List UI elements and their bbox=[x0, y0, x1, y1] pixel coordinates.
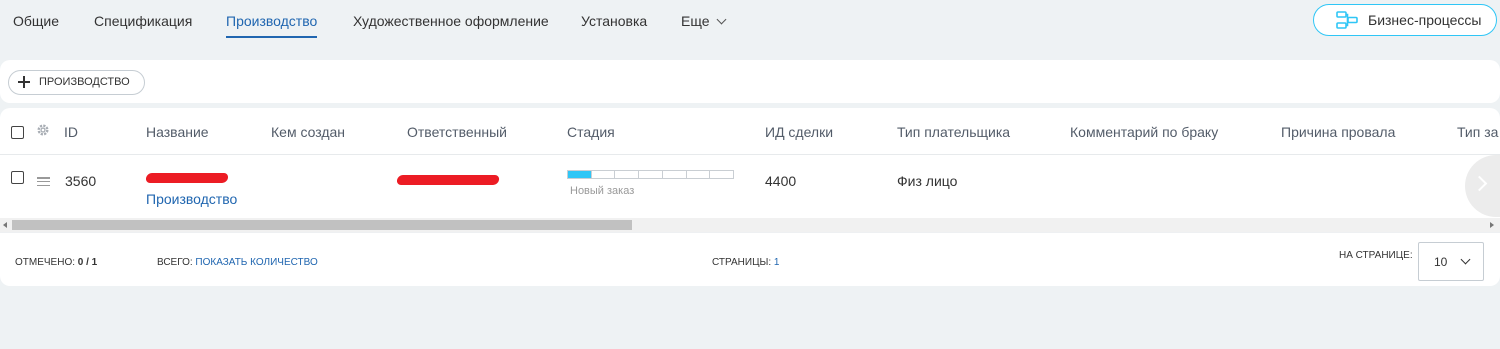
row-payer-type: Физ лицо bbox=[897, 173, 958, 189]
column-header-deal-id[interactable]: ИД сделки bbox=[765, 124, 833, 140]
per-page-value: 10 bbox=[1434, 255, 1448, 269]
row-menu-icon[interactable] bbox=[37, 177, 50, 187]
business-process-icon bbox=[1336, 11, 1358, 29]
add-production-button[interactable]: ПРОИЗВОДСТВО bbox=[8, 70, 145, 95]
tab-art-design[interactable]: Художественное оформление bbox=[353, 13, 549, 29]
redacted-responsible bbox=[396, 175, 500, 185]
page-link-1[interactable]: 1 bbox=[774, 257, 780, 268]
grid-header: ID Название Кем создан Ответственный Ста… bbox=[0, 108, 1500, 155]
show-count-link[interactable]: ПОКАЗАТЬ КОЛИЧЕСТВО bbox=[195, 257, 317, 268]
stage-segment[interactable] bbox=[639, 171, 663, 178]
column-header-responsible[interactable]: Ответственный bbox=[407, 124, 507, 140]
select-all-checkbox[interactable] bbox=[11, 126, 24, 139]
row-id: 3560 bbox=[65, 173, 97, 189]
pages-label: СТРАНИЦЫ: bbox=[712, 257, 772, 268]
row-deal-id: 4400 bbox=[765, 173, 797, 189]
stage-progress-bar[interactable] bbox=[567, 170, 734, 179]
toolbar: ПРОИЗВОДСТВО bbox=[0, 60, 1500, 103]
chevron-down-icon bbox=[716, 14, 726, 25]
plus-icon bbox=[18, 76, 30, 88]
column-header-type-truncated[interactable]: Тип за bbox=[1457, 124, 1498, 140]
selected-count-value: 0 / 1 bbox=[77, 257, 98, 268]
stage-label: Новый заказ bbox=[570, 185, 635, 197]
column-header-payer-type[interactable]: Тип плательщика bbox=[897, 124, 1010, 140]
horizontal-scrollbar[interactable] bbox=[0, 218, 1500, 232]
column-header-fail-reason[interactable]: Причина провала bbox=[1281, 124, 1395, 140]
tab-installation[interactable]: Установка bbox=[581, 13, 647, 29]
total-count: ВСЕГО: ПОКАЗАТЬ КОЛИЧЕСТВО bbox=[157, 257, 318, 268]
stage-segment[interactable] bbox=[663, 171, 687, 178]
per-page-label: НА СТРАНИЦЕ: bbox=[1339, 250, 1413, 261]
tab-general[interactable]: Общие bbox=[13, 13, 59, 29]
gear-icon[interactable] bbox=[36, 123, 50, 137]
stage-segment[interactable] bbox=[710, 171, 733, 178]
business-processes-label: Бизнес-процессы bbox=[1368, 12, 1482, 28]
column-header-created-by[interactable]: Кем создан bbox=[271, 124, 345, 140]
add-production-label: ПРОИЗВОДСТВО bbox=[39, 76, 130, 88]
column-header-name[interactable]: Название bbox=[146, 124, 209, 140]
business-processes-button[interactable]: Бизнес-процессы bbox=[1313, 4, 1497, 36]
selected-count: ОТМЕЧЕНО: 0 / 1 bbox=[15, 257, 97, 268]
chevron-right-icon bbox=[1471, 175, 1488, 192]
selected-count-label: ОТМЕЧЕНО: bbox=[15, 257, 75, 268]
scrollbar-thumb[interactable] bbox=[12, 220, 632, 230]
tab-specification[interactable]: Спецификация bbox=[94, 13, 192, 29]
column-header-id[interactable]: ID bbox=[64, 124, 78, 140]
grid-footer: ОТМЕЧЕНО: 0 / 1 ВСЕГО: ПОКАЗАТЬ КОЛИЧЕСТ… bbox=[0, 232, 1500, 286]
scroll-left-arrow-icon[interactable] bbox=[3, 222, 7, 228]
stage-segment[interactable] bbox=[568, 171, 592, 178]
tab-bar: Общие Спецификация Производство Художест… bbox=[0, 0, 1300, 44]
stage-segment[interactable] bbox=[615, 171, 640, 178]
total-count-label: ВСЕГО: bbox=[157, 257, 193, 268]
tab-more-label: Еще bbox=[681, 13, 710, 29]
per-page-select[interactable]: 10 bbox=[1418, 242, 1484, 281]
column-header-defect-comment[interactable]: Комментарий по браку bbox=[1070, 124, 1218, 140]
chevron-down-icon bbox=[1460, 254, 1471, 265]
row-checkbox[interactable] bbox=[11, 171, 24, 184]
pagination: СТРАНИЦЫ: 1 bbox=[712, 257, 779, 268]
stage-segment[interactable] bbox=[592, 171, 616, 178]
tab-more[interactable]: Еще bbox=[681, 13, 726, 29]
redacted-name bbox=[145, 173, 229, 183]
scroll-right-button[interactable] bbox=[1465, 155, 1500, 217]
tab-production[interactable]: Производство bbox=[226, 13, 318, 38]
column-header-stage[interactable]: Стадия bbox=[567, 124, 615, 140]
row-name-link[interactable]: Производство bbox=[146, 191, 237, 207]
scroll-right-arrow-icon[interactable] bbox=[1490, 222, 1494, 228]
production-grid: ID Название Кем создан Ответственный Ста… bbox=[0, 108, 1500, 286]
stage-segment[interactable] bbox=[687, 171, 711, 178]
